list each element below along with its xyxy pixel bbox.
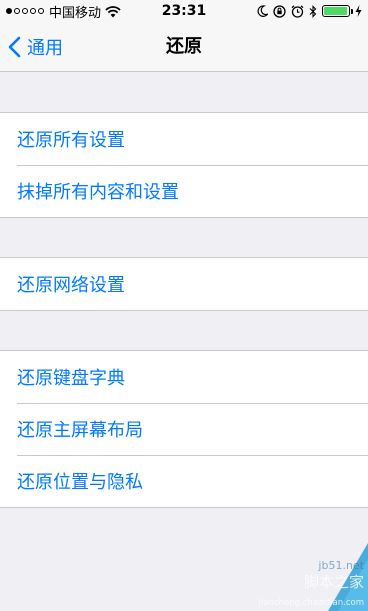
battery-icon — [322, 5, 353, 17]
watermark-line3: jiaocheng.chazidian.com — [258, 598, 364, 608]
status-bar: 中国移动 23:31 — [0, 0, 368, 22]
bluetooth-icon — [309, 4, 317, 18]
reset-group-2: 还原网络设置 — [0, 257, 368, 311]
reset-group-3: 还原键盘字典 还原主屏幕布局 还原位置与隐私 — [0, 350, 368, 508]
reset-group-1: 还原所有设置 抹掉所有内容和设置 — [0, 112, 368, 218]
reset-location-privacy-item[interactable]: 还原位置与隐私 — [0, 455, 368, 507]
erase-all-content-item[interactable]: 抹掉所有内容和设置 — [0, 165, 368, 217]
orientation-lock-icon — [273, 4, 286, 18]
reset-keyboard-dictionary-label: 还原键盘字典 — [17, 368, 125, 389]
battery-level-fill — [324, 7, 347, 15]
alarm-icon — [291, 4, 304, 18]
navigation-bar: 通用 还原 — [0, 22, 368, 72]
reset-all-settings-label: 还原所有设置 — [17, 130, 125, 151]
reset-home-screen-layout-label: 还原主屏幕布局 — [17, 420, 143, 441]
watermark-line2: 脚本之家 — [304, 573, 364, 591]
reset-network-settings-label: 还原网络设置 — [17, 275, 125, 296]
reset-home-screen-layout-item[interactable]: 还原主屏幕布局 — [0, 403, 368, 455]
reset-all-settings-item[interactable]: 还原所有设置 — [0, 113, 368, 165]
erase-all-content-label: 抹掉所有内容和设置 — [17, 182, 179, 203]
watermark-line1: jb51.net — [317, 559, 364, 572]
status-bar-right — [257, 3, 362, 19]
reset-location-privacy-label: 还原位置与隐私 — [17, 472, 143, 493]
charging-icon — [355, 5, 362, 17]
site-watermark-logo: jb51.net 脚本之家 jiaocheng.chazidian.com — [258, 543, 368, 611]
reset-keyboard-dictionary-item[interactable]: 还原键盘字典 — [0, 351, 368, 403]
moon-icon — [257, 5, 268, 17]
page-title: 还原 — [166, 36, 202, 57]
reset-network-settings-item[interactable]: 还原网络设置 — [0, 258, 368, 310]
